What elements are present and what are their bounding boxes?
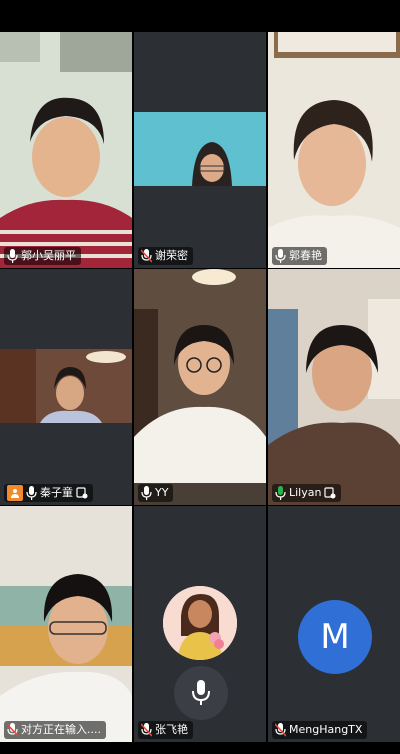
participant-label-2: 谢荣密 [138,247,193,265]
microphone-icon [7,249,18,263]
microphone-button[interactable] [174,666,228,720]
microphone-icon [192,680,210,705]
participant-avatar-9: M [298,600,372,674]
microphone-muted-icon [275,723,286,737]
participant-name: YY [155,486,169,499]
participant-label-9: MengHangTX [272,721,368,739]
participant-video-2 [134,32,266,268]
host-badge-icon [76,487,88,499]
participant-label-1: 郭小吴丽平 [4,247,81,265]
participant-label-3: 郭春艳 [272,247,327,265]
participant-video-3 [268,32,400,268]
participant-tile-9[interactable]: M MengHangTX [268,506,400,742]
participant-video-7 [0,506,132,742]
microphone-muted-icon [7,723,18,737]
participant-name: 对方正在输入.... [21,723,101,736]
participant-tile-5[interactable]: YY [134,269,266,505]
microphone-icon [141,486,152,500]
participant-name: 郭小吴丽平 [21,249,76,262]
participant-tile-8[interactable]: 张飞艳 [134,506,266,742]
participant-tile-1[interactable]: 郭小吴丽平 [0,32,132,268]
participant-tile-3[interactable]: 郭春艳 [268,32,400,268]
microphone-icon [275,249,286,263]
participant-video-1 [0,32,132,268]
participant-tile-4[interactable]: 秦子童 [0,269,132,505]
microphone-icon [26,486,37,500]
microphone-muted-icon [141,723,152,737]
host-badge-icon [324,487,336,499]
microphone-speaking-icon [275,486,286,500]
participant-label-4: 秦子童 [4,484,93,502]
participant-tile-6-active-speaker[interactable]: Lilyan [268,269,400,505]
participant-label-8: 张飞艳 [138,721,193,739]
participant-avatar-8 [163,586,237,660]
microphone-muted-icon [141,249,152,263]
participant-name: MengHangTX [289,723,363,736]
participant-video-4 [0,269,132,505]
participant-tile-2[interactable]: 谢荣密 [134,32,266,268]
meeting-screen: 郭小吴丽平 谢荣密 郭春艳 秦子童 YY Lilyan 对方正在输入.... 张… [0,0,400,754]
participant-name: 秦子童 [40,486,73,499]
participant-label-5: YY [138,484,174,502]
participant-name: 谢荣密 [155,249,188,262]
participant-label-6: Lilyan [272,484,342,502]
participant-video-6 [268,269,400,505]
participant-tile-7[interactable]: 对方正在输入.... [0,506,132,742]
participant-name: Lilyan [289,486,322,499]
screen-share-icon [7,485,23,501]
participant-label-7: 对方正在输入.... [4,721,106,739]
participant-video-5 [134,269,266,505]
participant-grid: 郭小吴丽平 谢荣密 郭春艳 秦子童 YY Lilyan 对方正在输入.... 张… [0,32,400,742]
participant-name: 张飞艳 [155,723,188,736]
participant-name: 郭春艳 [289,249,322,262]
